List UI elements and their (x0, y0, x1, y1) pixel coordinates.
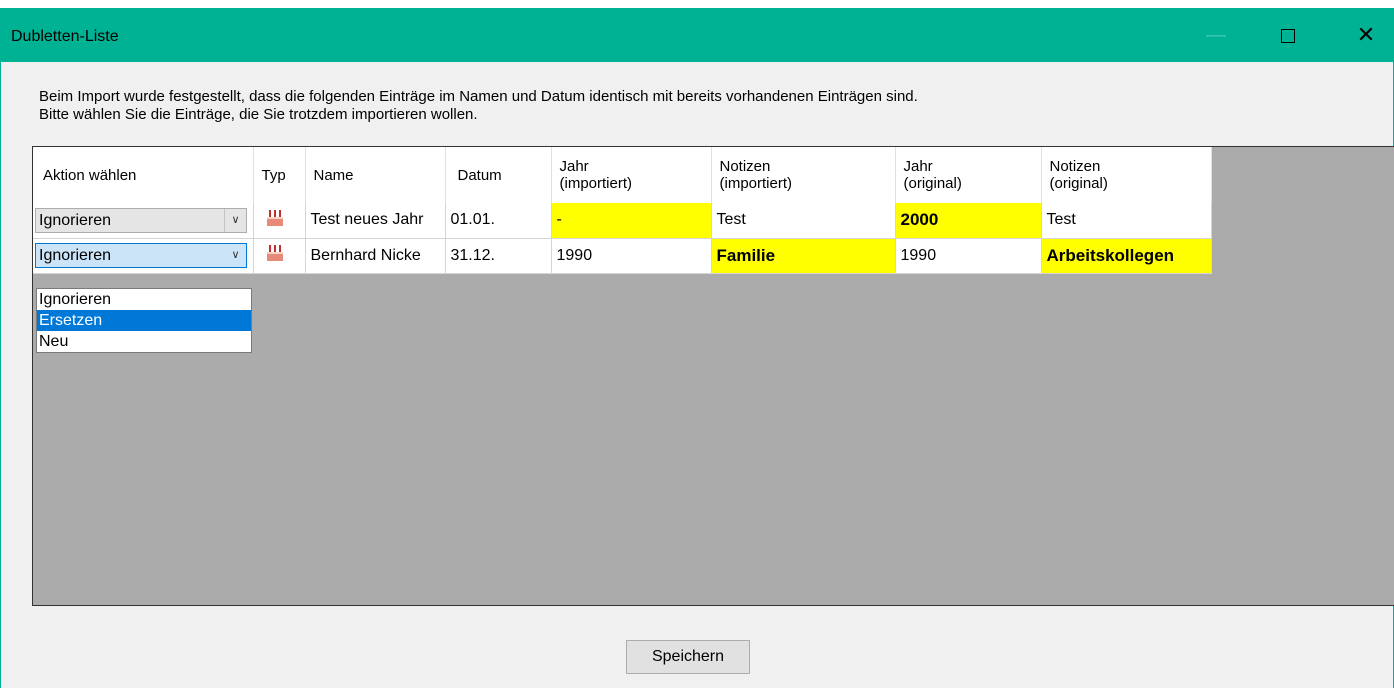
chevron-down-icon[interactable]: ∨ (224, 244, 246, 267)
header-line: Jahr (559, 158, 589, 175)
header-line: Notizen (719, 158, 771, 175)
info-message: Beim Import wurde festgestellt, dass die… (39, 88, 918, 124)
duplicates-table: Aktion wählen Typ Name Datum Jahr (import… (33, 147, 1212, 274)
jahr-importiert-cell[interactable]: 1990 (551, 238, 712, 274)
aktion-select[interactable]: Ignorieren ∨ (35, 243, 247, 268)
datum-cell[interactable]: 01.01. (445, 203, 552, 239)
col-header-notizen-original[interactable]: Notizen (original) (1041, 147, 1212, 203)
col-header-datum[interactable]: Datum (445, 147, 552, 203)
notizen-importiert-cell[interactable]: Test (711, 203, 896, 239)
aktion-cell[interactable]: Ignorieren ∨ (33, 238, 254, 274)
maximize-button[interactable] (1263, 8, 1313, 62)
col-header-notizen-importiert[interactable]: Notizen (importiert) (711, 147, 896, 203)
minimize-button: — (1206, 24, 1226, 46)
window-title: Dubletten-Liste (11, 28, 119, 45)
name-cell[interactable]: Test neues Jahr (305, 203, 446, 239)
aktion-cell[interactable]: Ignorieren ∨ (33, 203, 254, 239)
header-line: (importiert) (719, 175, 793, 192)
aktion-select[interactable]: Ignorieren ∨ (35, 207, 247, 233)
col-header-typ[interactable]: Typ (253, 147, 306, 203)
notizen-importiert-cell[interactable]: Familie (711, 238, 896, 274)
dropdown-option-ersetzen[interactable]: Ersetzen (37, 310, 251, 331)
typ-cell (253, 203, 306, 239)
header-line: Jahr (903, 158, 933, 175)
jahr-importiert-cell[interactable]: - (551, 203, 712, 239)
notizen-original-cell[interactable]: Arbeitskollegen (1041, 238, 1212, 274)
col-header-name[interactable]: Name (305, 147, 446, 203)
close-button[interactable]: ✕ (1341, 8, 1391, 62)
typ-cell (253, 238, 306, 274)
info-line-1: Beim Import wurde festgestellt, dass die… (39, 88, 918, 105)
name-cell[interactable]: Bernhard Nicke (305, 238, 446, 274)
maximize-icon (1281, 28, 1295, 43)
header-line: Notizen (1049, 158, 1101, 175)
notizen-original-cell[interactable]: Test (1041, 203, 1212, 239)
dropdown-option-ignorieren[interactable]: Ignorieren (37, 289, 251, 310)
header-line: (original) (1049, 175, 1108, 192)
aktion-select-value: Ignorieren (39, 247, 112, 264)
birthday-cake-icon (266, 209, 284, 227)
save-button[interactable]: Speichern (626, 640, 750, 674)
header-row: Aktion wählen Typ Name Datum Jahr (import… (33, 147, 1212, 203)
dropdown-option-neu[interactable]: Neu (37, 331, 251, 352)
aktion-dropdown-list[interactable]: Ignorieren Ersetzen Neu (36, 288, 252, 353)
table-row[interactable]: Ignorieren ∨ Test neues Jahr 01.01. - Te… (33, 203, 1212, 239)
col-header-jahr-importiert[interactable]: Jahr (importiert) (551, 147, 712, 203)
jahr-original-cell[interactable]: 1990 (895, 238, 1042, 274)
header-line: (original) (903, 175, 962, 192)
chevron-down-icon[interactable]: ∨ (224, 208, 246, 232)
col-header-aktion[interactable]: Aktion wählen (33, 147, 254, 203)
duplicates-grid[interactable]: Aktion wählen Typ Name Datum Jahr (import… (32, 146, 1394, 606)
aktion-select-value: Ignorieren (39, 211, 112, 229)
table-row[interactable]: Ignorieren ∨ Bernhard Nicke 31.12. 1990 … (33, 238, 1212, 274)
desktop-strip (0, 0, 1394, 8)
title-bar[interactable]: Dubletten-Liste — ✕ (1, 8, 1393, 62)
jahr-original-cell[interactable]: 2000 (895, 203, 1042, 239)
datum-cell[interactable]: 31.12. (445, 238, 552, 274)
birthday-cake-icon (266, 244, 284, 262)
info-line-2: Bitte wählen Sie die Einträge, die Sie t… (39, 106, 478, 123)
header-line: (importiert) (559, 175, 633, 192)
col-header-jahr-original[interactable]: Jahr (original) (895, 147, 1042, 203)
